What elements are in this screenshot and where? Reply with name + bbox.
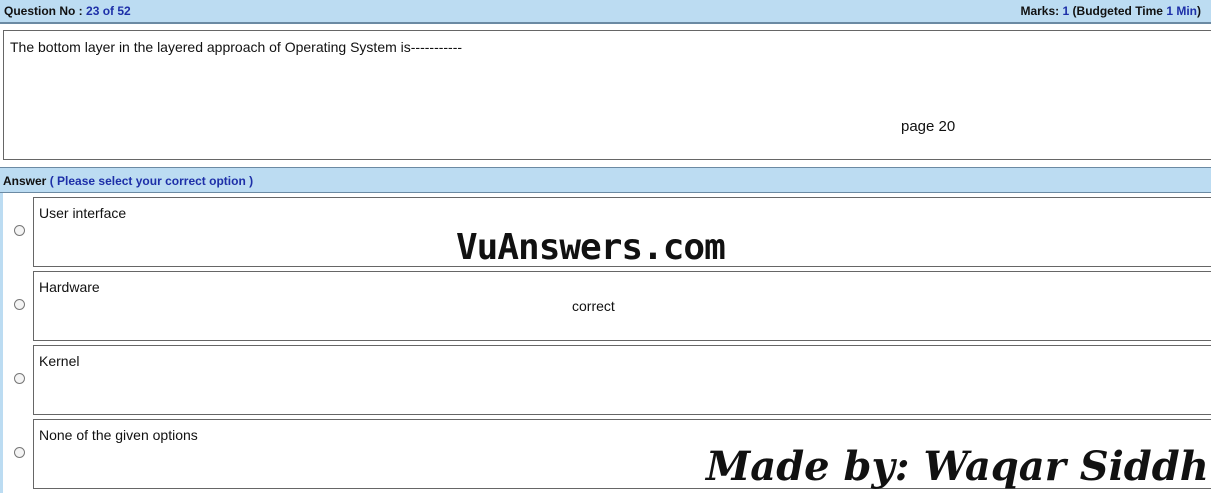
question-header-bar: Question No : 23 of 52 Marks: 1 (Budgete… [0, 0, 1211, 24]
budget-label: (Budgeted Time [1072, 4, 1163, 18]
option-1-radio[interactable] [14, 225, 25, 236]
option-3-radio[interactable] [14, 373, 25, 384]
option-2-radio[interactable] [14, 299, 25, 310]
question-box: The bottom layer in the layered approach… [3, 30, 1211, 160]
option-3-label: Kernel [39, 353, 80, 369]
answer-instruction: ( Please select your correct option ) [49, 174, 254, 188]
answer-bar: Answer ( Please select your correct opti… [0, 167, 1211, 193]
author-watermark: Made by: Waqar Siddhu [706, 443, 1211, 490]
option-4-radio[interactable] [14, 447, 25, 458]
site-watermark: VuAnswers.com [456, 227, 726, 268]
option-3-box[interactable]: Kernel [33, 345, 1211, 415]
page-reference: page 20 [901, 118, 956, 135]
marks-info: Marks: 1 (Budgeted Time 1 Min) [1020, 4, 1201, 18]
budget-close: ) [1197, 4, 1201, 18]
option-2-box[interactable]: Hardware [33, 271, 1211, 341]
question-progress: 23 of 52 [86, 4, 131, 18]
question-text: The bottom layer in the layered approach… [10, 39, 463, 55]
question-number: Question No : 23 of 52 [4, 4, 131, 18]
marks-value: 1 [1062, 4, 1070, 18]
correct-note: correct [572, 298, 615, 314]
options-left-border [0, 193, 3, 493]
answer-label: Answer [3, 174, 47, 188]
question-label: Question No : [4, 4, 83, 18]
answer-label-group: Answer ( Please select your correct opti… [3, 174, 253, 188]
option-4-label: None of the given options [39, 427, 198, 443]
option-2-label: Hardware [39, 279, 100, 295]
budget-value: 1 Min [1166, 4, 1197, 18]
option-1-label: User interface [39, 205, 127, 221]
marks-label: Marks: [1020, 4, 1060, 18]
